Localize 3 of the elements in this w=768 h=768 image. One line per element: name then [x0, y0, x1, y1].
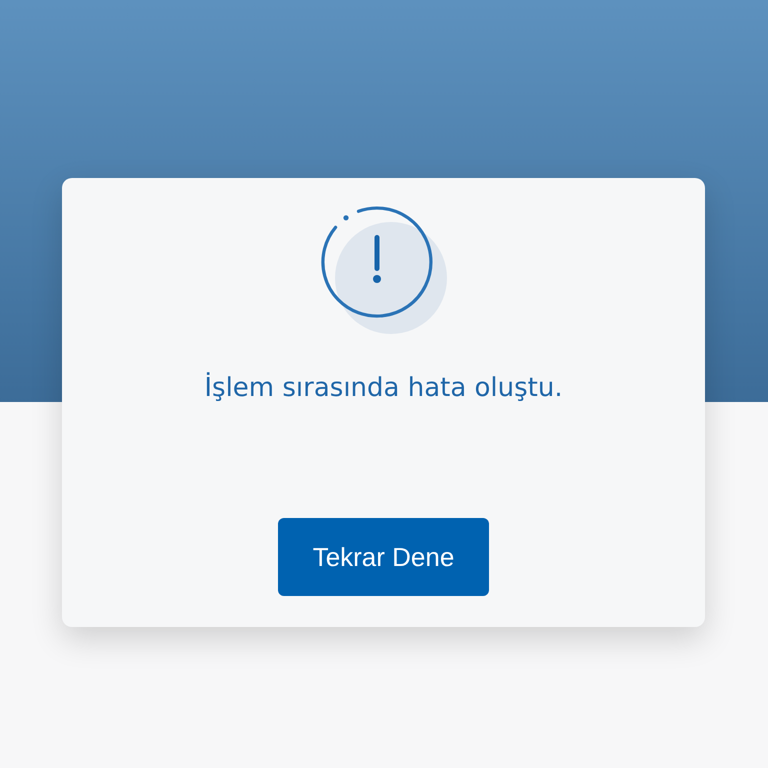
exclamation-circle-icon: [320, 205, 448, 335]
retry-button[interactable]: Tekrar Dene: [278, 518, 489, 596]
error-message: İşlem sırasında hata oluştu.: [204, 371, 563, 405]
